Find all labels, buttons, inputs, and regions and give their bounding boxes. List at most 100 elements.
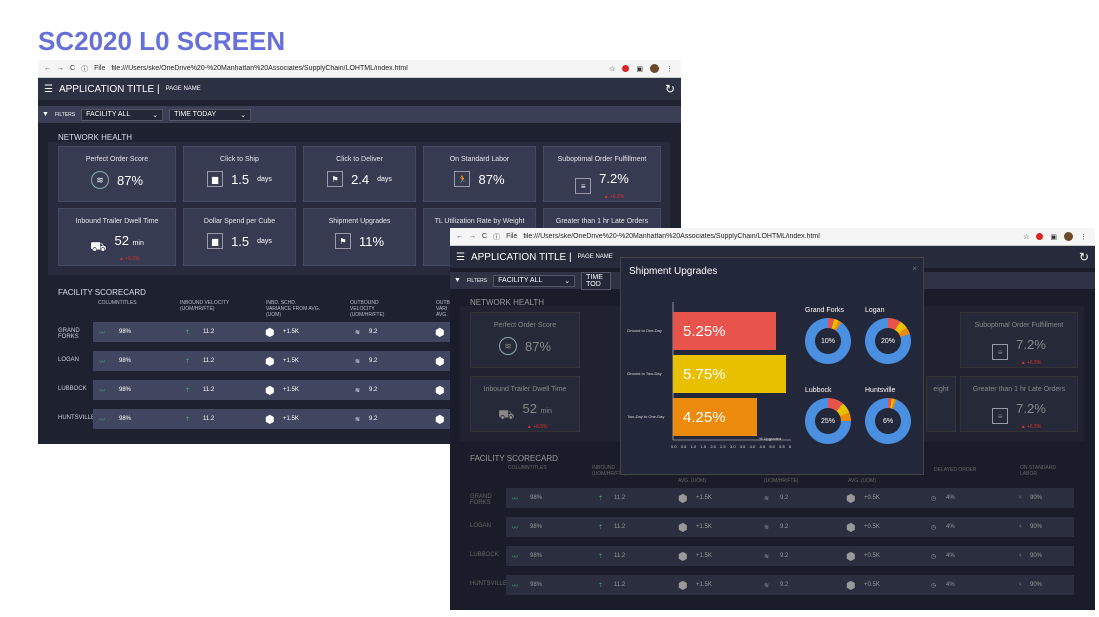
filter-icon: ▼ <box>42 111 49 118</box>
donut-chart[interactable]: 10% <box>805 318 851 364</box>
donut-chart[interactable]: 20% <box>865 318 911 364</box>
extension-icon[interactable]: ▣ <box>636 65 643 73</box>
score-value: 98% <box>119 358 132 364</box>
x-tick-label: 3.0 <box>730 444 736 449</box>
kpi-card-perfect-order[interactable]: Perfect Order Score ≋ 87% <box>470 312 580 368</box>
refresh-icon[interactable]: ↻ <box>1079 250 1089 264</box>
kpi-card-standard-labor[interactable]: On Standard Labor 🏃 87% <box>423 146 536 202</box>
table-row[interactable]: 〰 98% ⇡ 11.2 ⬢ +1.5K ≋ 9.2 ⬢ <box>93 380 453 400</box>
trend-icon: 〰 <box>99 417 106 424</box>
star-icon[interactable]: ☆ <box>1023 233 1029 241</box>
donut-title: Huntsville <box>865 387 896 394</box>
card-title: Perfect Order Score <box>493 322 557 329</box>
table-row[interactable]: 〰 98% ⇡ 11.2 ⬢ +1.5K ≋ 9.2 ⬢ <box>93 409 453 429</box>
avatar[interactable] <box>1064 232 1073 241</box>
time-value: TIME TOD <box>586 273 603 288</box>
reload-icon[interactable]: C <box>70 65 75 72</box>
star-icon[interactable]: ☆ <box>609 65 615 73</box>
facility-select[interactable]: FACILITY ALL ⌄ <box>493 274 576 287</box>
info-icon: ⓘ <box>81 65 89 73</box>
variance-value: +1.5K <box>696 524 712 530</box>
forward-icon[interactable]: → <box>57 65 64 72</box>
outbound-value: 9.2 <box>369 416 378 422</box>
outbound-value: 9.2 <box>369 387 378 393</box>
outbound-value: 9.2 <box>780 495 789 501</box>
menu-icon[interactable]: ⋮ <box>1080 233 1087 241</box>
x-tick-label: 0.0 <box>671 444 677 449</box>
browser-bar-1: ← → C ⓘ File file:///Users/ske/OneDrive%20-… <box>38 60 681 78</box>
kpi-card-shipment-upgrades[interactable]: Shipment Upgrades ⚑ 11% <box>303 208 416 266</box>
person-icon: 🏃 <box>454 171 471 187</box>
kpi-card-partial[interactable]: eight <box>926 376 956 432</box>
hamburger-icon[interactable]: ☰ <box>456 252 465 263</box>
variance-value: +1.5K <box>283 416 299 422</box>
time-select[interactable]: TIME TODAY ⌄ <box>169 108 252 121</box>
kpi-card-suboptimal[interactable]: Suboptimal Order Fulfillment ≡ 7.2% ▲ +6.5… <box>960 312 1078 368</box>
kpi-card-perfect-order[interactable]: Perfect Order Score ≋ 87% <box>58 146 176 202</box>
trend-icon: 〰 <box>99 359 106 366</box>
velocity-icon: ⇡ <box>598 582 604 589</box>
page-name: PAGE NAME <box>577 254 613 260</box>
labor-icon: ♀ <box>1018 582 1023 588</box>
card-value: 52 <box>522 401 537 416</box>
page-name: PAGE NAME <box>165 86 201 92</box>
card-title: TL Utilization Rate by Weight <box>434 218 525 225</box>
col-header: DELAYED ORDER <box>934 467 977 473</box>
card-unit: min <box>132 240 144 247</box>
kpi-card-dwell-time[interactable]: Inbound Trailer Dwell Time ⛟ 52 min ▲ +6.5… <box>470 376 580 432</box>
variance-value: +1.5K <box>696 495 712 501</box>
table-row[interactable]: 〰 98% ⇡ 11.2 ⬢ +1.5K ≋ 9.2 ⬢ <box>93 351 453 371</box>
kpi-card-dollar-spend[interactable]: Dollar Spend per Cube ▆ 1.5 days <box>183 208 296 266</box>
kpi-card-dwell-time[interactable]: Inbound Trailer Dwell Time ⛟ 52 min ▲ +6.5… <box>58 208 176 266</box>
x-tick-label: 2.5 <box>720 444 726 449</box>
donut-center-label: 20% <box>875 328 901 354</box>
card-unit: days <box>257 237 272 245</box>
card-title: Greater than 1 hr Late Orders <box>555 218 649 225</box>
card-value: 1.5 <box>231 233 250 249</box>
avatar[interactable] <box>650 64 659 73</box>
forward-icon[interactable]: → <box>469 233 476 240</box>
address-bar[interactable]: file:///Users/ske/OneDrive%20-%20Manhatt… <box>111 65 603 72</box>
hamburger-icon[interactable]: ☰ <box>44 84 53 95</box>
address-bar[interactable]: file:///Users/ske/OneDrive%20-%20Manhatt… <box>523 233 1017 240</box>
clock-icon: ◷ <box>931 553 937 560</box>
time-select[interactable]: TIME TOD <box>581 271 612 290</box>
x-tick-label: 1.0 <box>690 444 697 449</box>
velocity-icon: ⇡ <box>185 329 191 336</box>
back-icon[interactable]: ← <box>44 65 51 72</box>
card-delta: ▲ +6.5% <box>603 194 625 200</box>
donut-chart[interactable]: 25% <box>805 398 851 444</box>
kpi-card-late-orders[interactable]: Greater than 1 hr Late Orders ≡ 7.2% ▲ +6.… <box>960 376 1078 432</box>
kpi-card-click-to-ship[interactable]: Click to Ship ▆ 1.5 days <box>183 146 296 202</box>
refresh-icon[interactable]: ↻ <box>665 82 675 96</box>
col-header: OUTBOUND VELOCITY (UOM/HR/FTE) <box>350 300 385 318</box>
opera-icon[interactable] <box>622 65 630 72</box>
reload-icon[interactable]: C <box>482 233 487 240</box>
opera-icon[interactable] <box>1036 233 1044 240</box>
variance-value: +1.5K <box>283 329 299 335</box>
menu-icon[interactable]: ⋮ <box>666 65 673 73</box>
kpi-card-click-to-deliver[interactable]: Click to Deliver ⚑ 2.4 days <box>303 146 416 202</box>
score-value: 98% <box>119 387 132 393</box>
list-icon: ≡ <box>575 178 592 194</box>
card-unit: min <box>540 408 552 415</box>
bar: 5.75% <box>673 355 787 393</box>
slide-title: SC2020 L0 SCREEN <box>38 26 286 56</box>
list-icon: ≡ <box>992 344 1009 360</box>
wifi-icon: ≋ <box>764 553 770 560</box>
col-header: INBD. SCHD. VARIANCE FROM AVG. (UOM) <box>266 300 320 318</box>
donut-chart[interactable]: 6% <box>865 398 911 444</box>
table-row[interactable]: 〰 98% ⇡ 11.2 ⬢ +1.5K ≋ 9.2 ⬢ +0.5K ◷ 4% … <box>506 517 1074 537</box>
table-row[interactable]: 〰 98% ⇡ 11.2 ⬢ +1.5K ≋ 9.2 ⬢ +0.5K ◷ 4% … <box>506 488 1074 508</box>
facility-select[interactable]: FACILITY ALL ⌄ <box>81 108 164 121</box>
wifi-icon: ≋ <box>355 416 361 423</box>
extension-icon[interactable]: ▣ <box>1050 233 1057 241</box>
facility-value: FACILITY ALL <box>86 110 131 118</box>
table-row[interactable]: 〰 98% ⇡ 11.2 ⬢ +1.5K ≋ 9.2 ⬢ <box>93 322 453 342</box>
back-icon[interactable]: ← <box>456 233 463 240</box>
kpi-card-suboptimal[interactable]: Suboptimal Order Fulfillment ≡ 7.2% ▲ +6.5… <box>543 146 661 202</box>
table-row[interactable]: 〰 98% ⇡ 11.2 ⬢ +1.5K ≋ 9.2 ⬢ +0.5K ◷ 4% … <box>506 575 1074 595</box>
table-row[interactable]: 〰 98% ⇡ 11.2 ⬢ +1.5K ≋ 9.2 ⬢ +0.5K ◷ 4% … <box>506 546 1074 566</box>
card-unit: days <box>257 175 272 183</box>
card-title: eight <box>933 386 949 393</box>
